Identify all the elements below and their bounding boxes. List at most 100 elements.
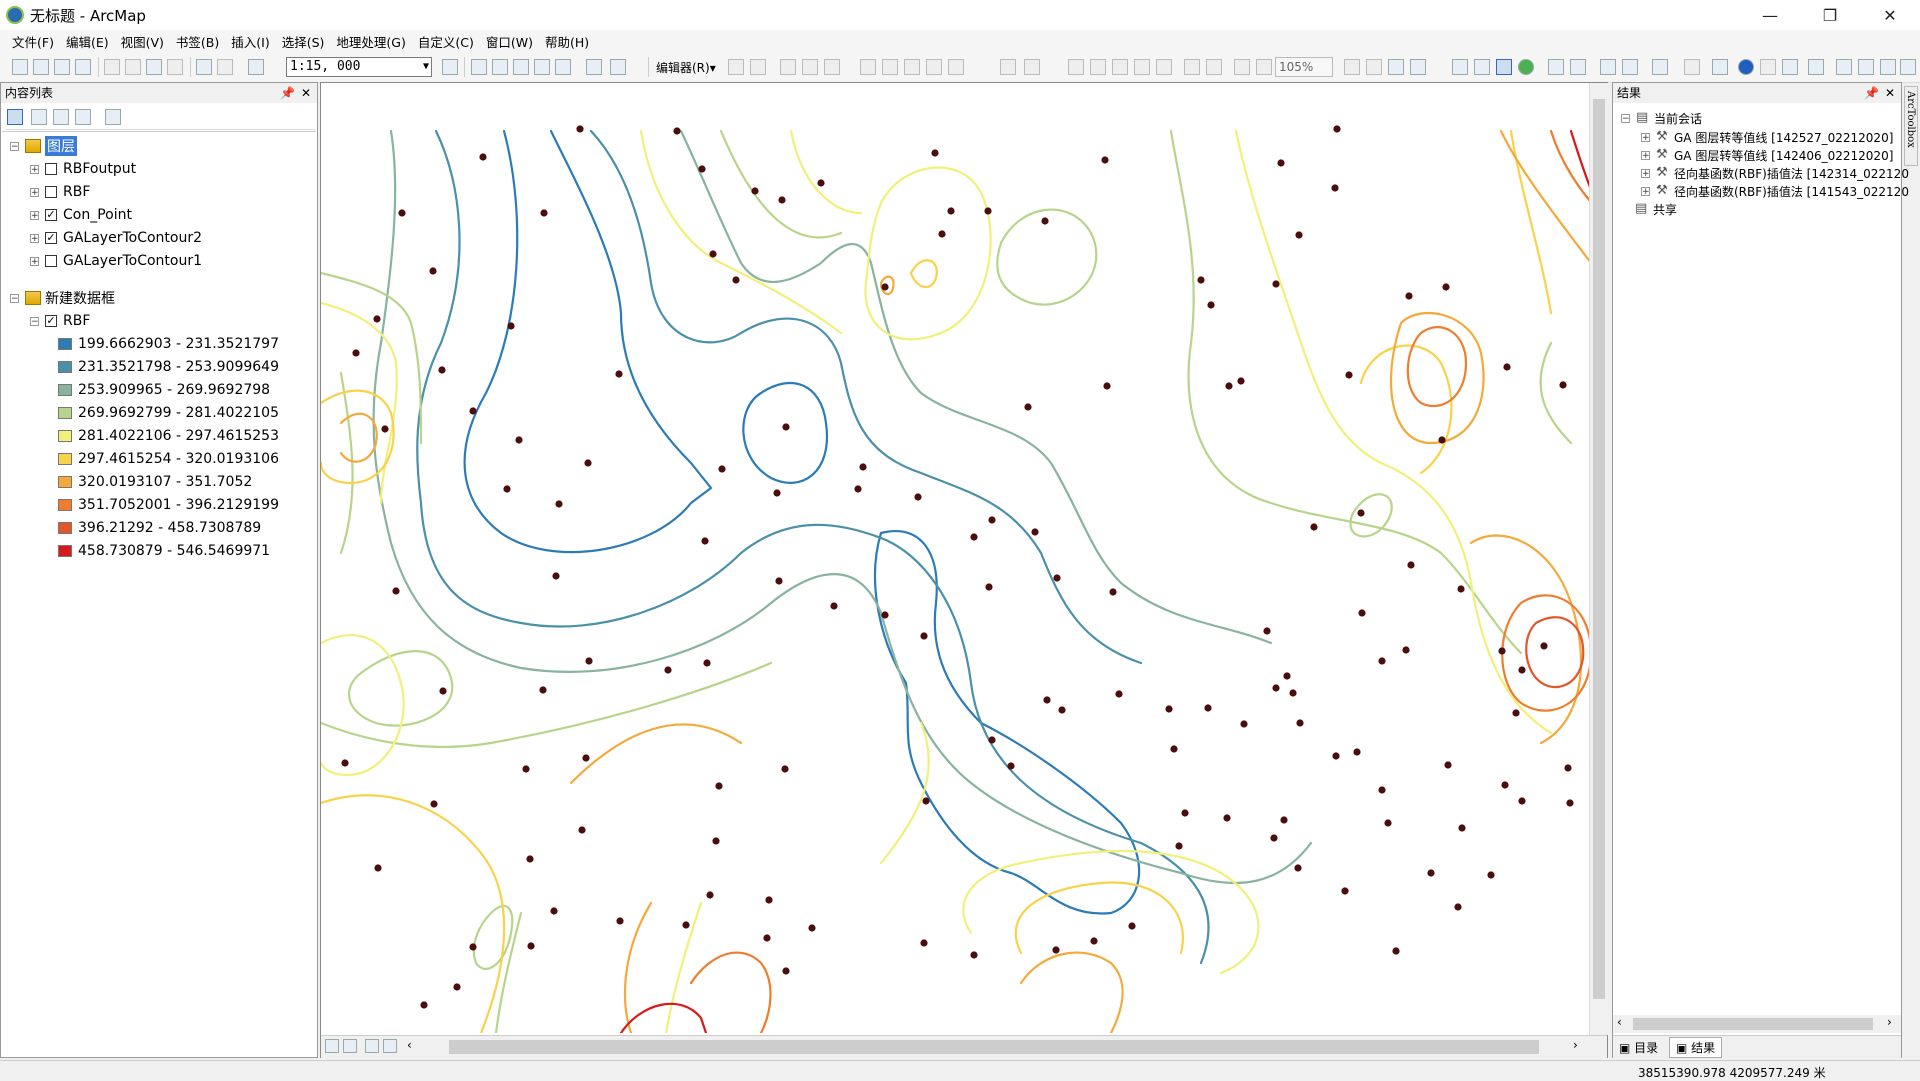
measure-icon[interactable] [1808,59,1824,75]
find-route-icon[interactable] [1858,59,1874,75]
expand-icon[interactable]: + [30,210,39,220]
con-point[interactable] [1392,947,1400,955]
arctoolbox-side-tab[interactable]: ArcToolbox [1904,86,1918,166]
horizontal-scrollbar[interactable] [449,1040,1539,1054]
expand-icon[interactable]: + [30,164,39,174]
legend-item[interactable]: 351.7052001 - 396.2129199 [58,495,279,515]
con-point[interactable] [698,165,706,173]
layout-zoom-select[interactable]: 105% [1275,57,1333,77]
con-point[interactable] [1043,696,1051,704]
con-point[interactable] [555,500,563,508]
con-point[interactable] [988,516,996,524]
catalog-icon[interactable] [492,59,508,75]
con-point[interactable] [1454,903,1462,911]
con-point[interactable] [1310,523,1318,531]
con-point[interactable] [701,537,709,545]
con-point[interactable] [1498,647,1506,655]
con-point[interactable] [527,942,535,950]
toc-layer-rbfoutput[interactable]: + RBFoutput [30,159,136,179]
con-point[interactable] [715,782,723,790]
go-back-extent-icon[interactable] [1234,59,1250,75]
legend-item[interactable]: 199.6662903 - 231.3521797 [58,334,279,354]
con-point[interactable] [1402,646,1410,654]
con-point[interactable] [854,485,862,493]
layout-zoom-out-icon[interactable] [1090,59,1106,75]
layer-checkbox[interactable] [45,186,57,198]
save-icon[interactable] [54,59,70,75]
identify-icon[interactable] [1738,59,1754,75]
editor-menu[interactable]: 编辑器(R)▾ [656,59,716,76]
back-arrow-icon[interactable] [1600,59,1616,75]
con-point[interactable] [703,659,711,667]
minimize-button[interactable]: — [1740,0,1800,30]
con-point[interactable] [1225,382,1233,390]
con-point[interactable] [439,687,447,695]
menu-bookmarks[interactable]: 书签(B) [170,32,225,51]
con-point[interactable] [718,465,726,473]
con-point[interactable] [1272,684,1280,692]
con-point[interactable] [374,864,382,872]
cut-polygons-icon[interactable] [904,59,920,75]
con-point[interactable] [1052,946,1060,954]
close-panel-icon[interactable]: ✕ [1885,83,1895,103]
con-point[interactable] [1277,159,1285,167]
con-point[interactable] [1512,709,1520,717]
tab-results[interactable]: ▣ 结果 [1669,1037,1723,1058]
legend-swatch[interactable] [58,476,72,488]
con-point[interactable] [1296,719,1304,727]
legend-item[interactable]: 253.909965 - 269.9692798 [58,380,270,400]
con-point[interactable] [341,759,349,767]
fixed-zoom-in-map-icon[interactable] [1548,59,1564,75]
zoom-out-icon[interactable] [1474,59,1490,75]
con-point[interactable] [1294,864,1302,872]
trace-icon[interactable] [824,59,840,75]
con-point[interactable] [1458,824,1466,832]
con-point[interactable] [1041,217,1049,225]
menu-file[interactable]: 文件(F) [6,32,60,51]
con-point[interactable] [1053,574,1061,582]
con-point[interactable] [1407,561,1415,569]
layer-checkbox[interactable] [45,255,57,267]
fixed-zoom-out-map-icon[interactable] [1570,59,1586,75]
con-point[interactable] [1181,809,1189,817]
con-point[interactable] [984,207,992,215]
con-point[interactable] [1518,797,1526,805]
results-hscrollbar[interactable]: ‹ › [1613,1015,1901,1033]
con-point[interactable] [398,209,406,217]
add-data-icon[interactable] [248,59,264,75]
layout-zoom-in-icon[interactable] [1068,59,1084,75]
con-point[interactable] [709,250,717,258]
con-point[interactable] [1090,937,1098,945]
con-point[interactable] [392,587,400,595]
con-point[interactable] [373,315,381,323]
con-point[interactable] [584,459,592,467]
list-by-visibility-icon[interactable] [53,109,69,125]
con-point[interactable] [420,1001,428,1009]
edit-annotation-icon[interactable] [750,59,766,75]
expand-icon[interactable]: + [30,233,39,243]
con-point[interactable] [1331,184,1339,192]
con-point[interactable] [1101,156,1109,164]
con-point[interactable] [453,983,461,991]
legend-swatch[interactable] [58,453,72,465]
con-point[interactable] [817,179,825,187]
menu-edit[interactable]: 编辑(E) [60,32,115,51]
clear-selection-icon[interactable] [1684,59,1700,75]
expand-icon[interactable]: + [1641,168,1650,178]
fixed-zoom-in-icon[interactable] [1184,59,1200,75]
pause-drawing-icon[interactable] [383,1039,397,1053]
con-point[interactable] [938,230,946,238]
layer-checkbox[interactable] [45,163,57,175]
con-point[interactable] [1031,528,1039,536]
con-point[interactable] [1237,377,1245,385]
con-point[interactable] [438,366,446,374]
con-point[interactable] [765,896,773,904]
con-point[interactable] [1058,706,1066,714]
con-point[interactable] [1566,799,1574,807]
con-point[interactable] [773,489,781,497]
collapse-icon[interactable]: − [1621,113,1630,123]
zoom-100-icon[interactable] [1156,59,1172,75]
vertical-scrollbar[interactable] [1589,83,1608,1035]
con-point[interactable] [682,921,690,929]
con-point[interactable] [550,907,558,915]
